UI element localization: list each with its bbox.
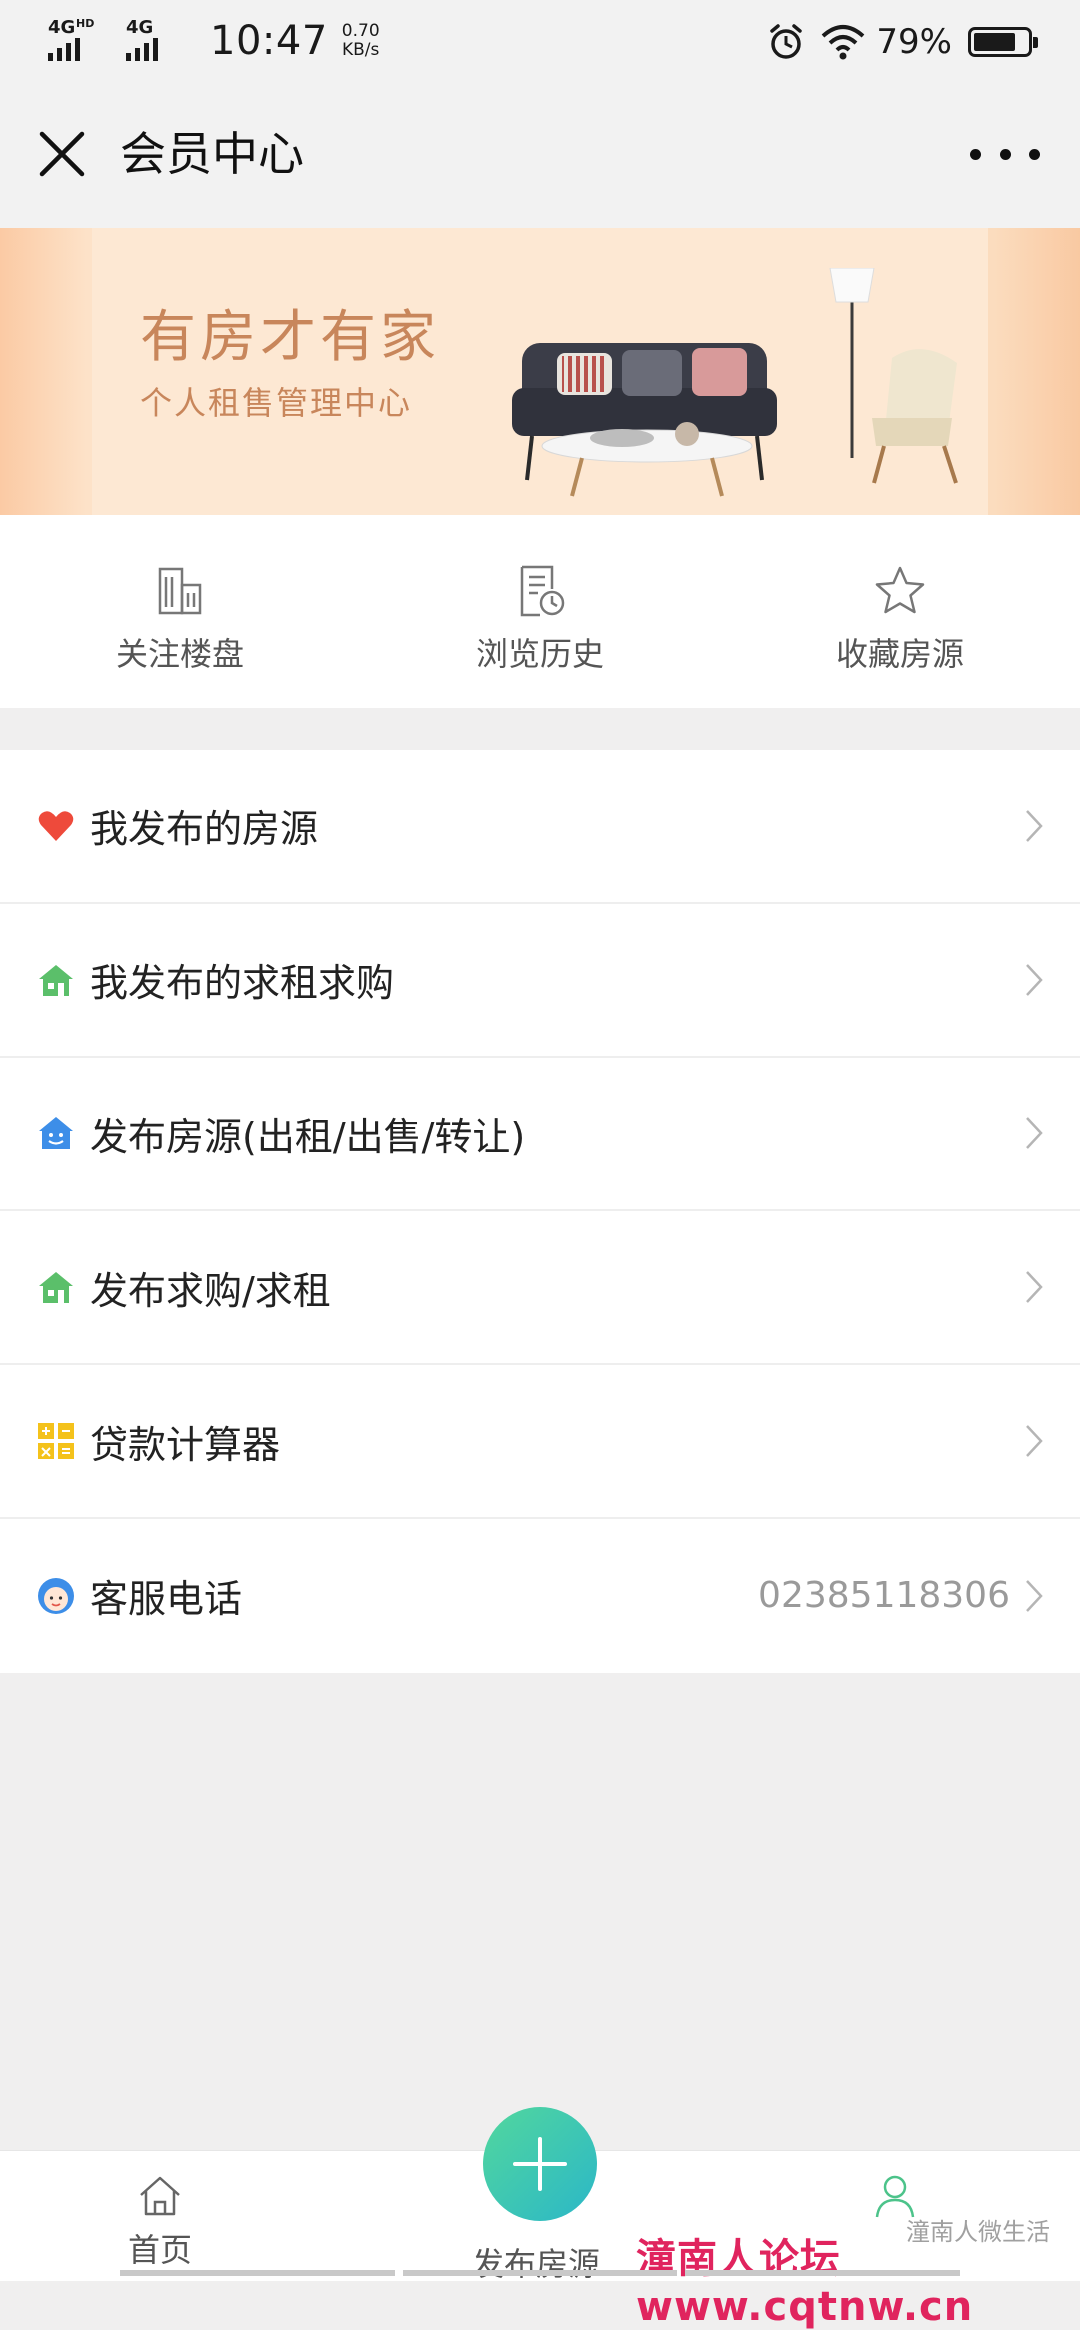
quick-item-history[interactable]: 浏览历史 (360, 515, 720, 708)
status-time: 10:47 (210, 18, 328, 64)
signal-4g-icon: 4G (126, 19, 192, 63)
banner-subtitle: 个人租售管理中心 (140, 384, 413, 422)
quick-nav: 关注楼盘 浏览历史 收藏房源 (0, 515, 1080, 708)
menu-item-my-listings[interactable]: 我发布的房源 (0, 750, 1080, 904)
calculator-icon (38, 1423, 74, 1460)
close-icon[interactable] (30, 122, 94, 186)
menu-item-my-requests[interactable]: 我发布的求租求购 (0, 904, 1080, 1058)
forum-watermark: 潼南人论坛www.cqtnw.cn (636, 2236, 974, 2330)
menu-label: 我发布的房源 (90, 807, 319, 852)
alarm-icon (770, 24, 803, 59)
tab-post-label: 发布房源 (472, 2245, 601, 2283)
menu-list: 我发布的房源 我发布的求租求购 发布房源(出租/出售/转让) 发布求购/求租 贷… (0, 750, 1080, 1673)
quick-label: 收藏房源 (835, 635, 964, 673)
tab-home[interactable]: 首页 (128, 2171, 192, 2271)
menu-label: 客服电话 (90, 1577, 243, 1622)
quick-label: 浏览历史 (475, 635, 604, 673)
network-speed: 0.70 KB/s (342, 22, 380, 60)
wifi-icon (822, 25, 865, 60)
banner[interactable]: 有房才有家 个人租售管理中心 (0, 228, 1080, 515)
quick-item-favorites[interactable]: 收藏房源 (720, 515, 1080, 708)
tab-home-label: 首页 (128, 2231, 193, 2269)
menu-label: 贷款计算器 (90, 1422, 281, 1467)
signal-4g-hd-icon: 4G HD (48, 17, 114, 63)
quick-label: 关注楼盘 (115, 635, 244, 673)
house-icon (39, 964, 73, 996)
gesture-bar (120, 2270, 961, 2276)
chevron-right-icon (1026, 1425, 1043, 1457)
menu-item-customer-service[interactable]: 客服电话 02385118306 (0, 1519, 1080, 1673)
battery-icon (968, 27, 1038, 57)
battery-fill (974, 33, 1016, 51)
chevron-right-icon (1026, 963, 1043, 996)
more-icon[interactable] (970, 134, 1040, 174)
speed-value: 0.70 (341, 21, 380, 41)
menu-label: 发布求购/求租 (90, 1268, 331, 1313)
banner-panel: 有房才有家 个人租售管理中心 (92, 228, 988, 515)
home-icon (140, 2176, 180, 2216)
heart-icon (38, 811, 74, 841)
page-title: 会员中心 (120, 127, 304, 181)
network-hd-label: HD (76, 17, 95, 30)
house-icon (39, 1272, 73, 1304)
chevron-right-icon (1026, 1117, 1043, 1150)
network-label: 4G (48, 17, 76, 38)
service-phone-number: 02385118306 (758, 1575, 1010, 1617)
banner-title: 有房才有家 (140, 305, 440, 370)
menu-label: 我发布的求租求购 (90, 961, 395, 1006)
menu-item-loan-calculator[interactable]: 贷款计算器 (0, 1365, 1080, 1519)
chevron-right-icon (1026, 1271, 1043, 1304)
battery-percent: 79% (876, 22, 952, 62)
network2-label: 4G (126, 17, 154, 38)
speed-unit: KB/s (342, 40, 380, 60)
quick-item-followed-estates[interactable]: 关注楼盘 (0, 515, 360, 708)
chevron-right-icon (1026, 810, 1043, 842)
building-icon (158, 567, 202, 615)
menu-item-post-request[interactable]: 发布求购/求租 (0, 1211, 1080, 1366)
chevron-right-icon (1026, 1580, 1043, 1612)
star-icon (875, 566, 925, 614)
sofa-illustration (512, 268, 958, 497)
menu-item-post-listing[interactable]: 发布房源(出租/出售/转让) (0, 1058, 1080, 1212)
status-bar: 4G HD 4G 10:47 0.70 KB/s 79% (0, 0, 1080, 82)
title-bar: 会员中心 (0, 82, 1080, 228)
smile-house-icon (39, 1117, 73, 1150)
service-icon (38, 1577, 74, 1614)
post-listing-fab[interactable] (483, 2107, 597, 2221)
menu-label: 发布房源(出租/出售/转让) (90, 1114, 526, 1159)
history-icon (520, 565, 565, 617)
